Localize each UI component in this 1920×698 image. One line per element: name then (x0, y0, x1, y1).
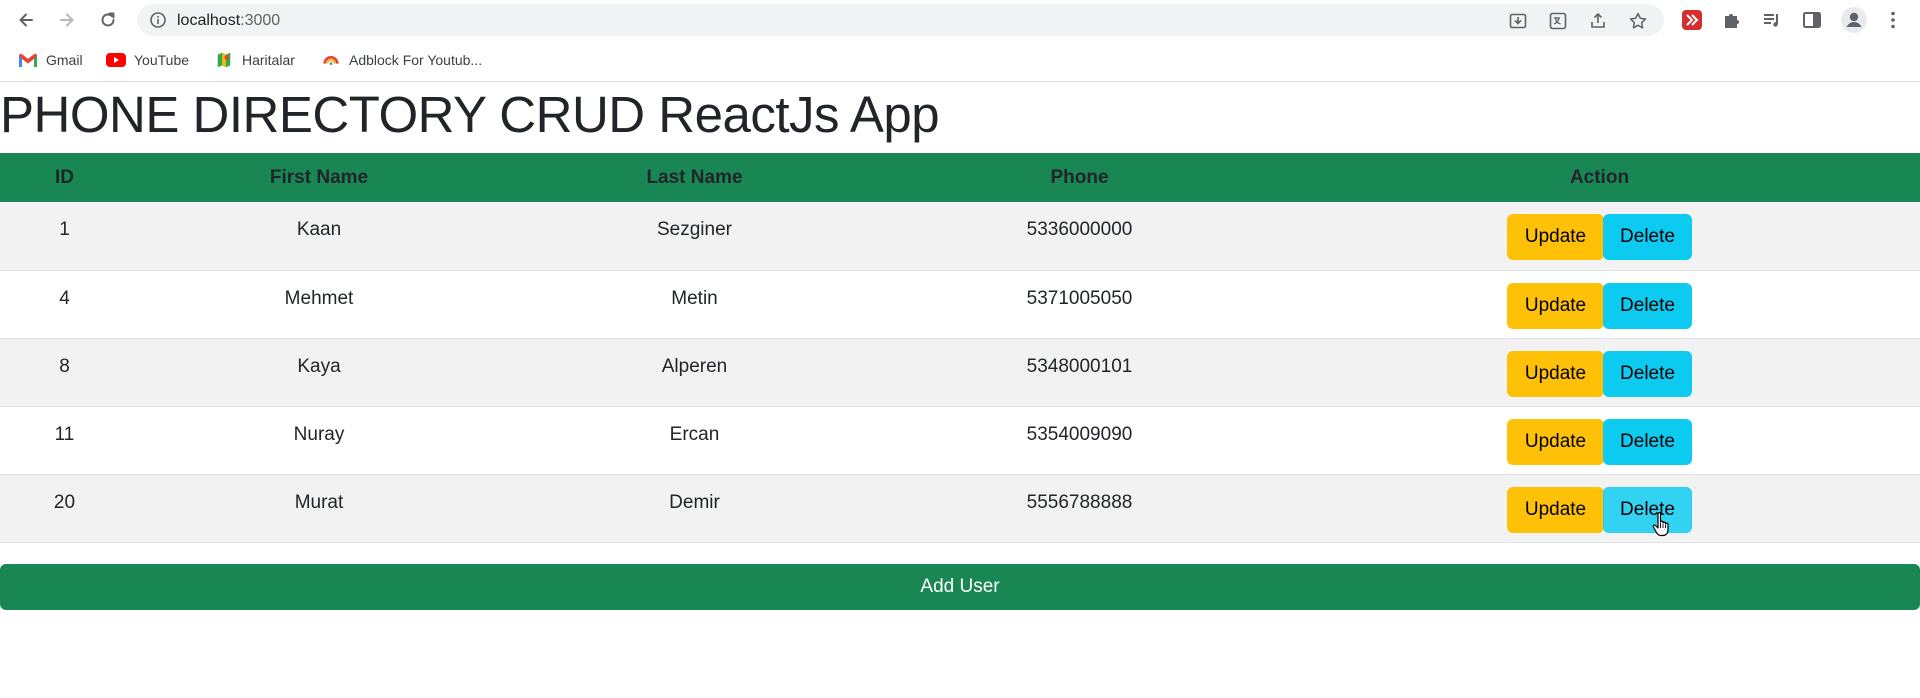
table-row: 8 Kaya Alperen 5348000101 Update Delete (0, 338, 1920, 406)
cell-phone: 5354009090 (1026, 423, 1133, 445)
delete-button[interactable]: Delete (1603, 282, 1692, 329)
reload-button[interactable] (94, 6, 122, 34)
bookmark-label: Adblock For Youtub... (349, 52, 483, 68)
delete-button[interactable]: Delete (1603, 486, 1692, 533)
cell-id: 1 (59, 219, 70, 240)
bookmark-label: YouTube (134, 52, 190, 68)
table-row: 4 Mehmet Metin 5371005050 Update Delete (0, 270, 1920, 338)
cell-actions: Update Delete (1279, 406, 1920, 474)
cell-first-name: Mehmet (284, 287, 354, 309)
install-app-icon[interactable] (1508, 11, 1528, 31)
bookmark-label: Gmail (46, 52, 83, 68)
cell-last-name: Alperen (661, 355, 728, 377)
cell-actions: Update Delete (1279, 474, 1920, 542)
table-row: 11 Nuray Ercan 5354009090 Update Delete (0, 406, 1920, 474)
delete-button[interactable]: Delete (1603, 350, 1692, 397)
more-menu-icon[interactable] (1882, 9, 1904, 31)
bookmark-youtube[interactable]: YouTube (106, 50, 189, 70)
cell-id: 4 (59, 287, 70, 309)
cell-phone: 5556788888 (1026, 491, 1133, 513)
address-bar[interactable]: localhost:3000 (137, 4, 1664, 36)
arrow-right-icon (60, 13, 74, 27)
header-phone: Phone (1050, 166, 1109, 188)
extension-red-icon[interactable] (1681, 9, 1703, 31)
reload-icon (101, 12, 115, 27)
cell-phone: 5336000000 (1026, 219, 1133, 240)
delete-button[interactable]: Delete (1603, 214, 1692, 260)
header-id: ID (55, 166, 74, 188)
table-row: 1 Kaan Sezginer 5336000000 Update Delete (0, 202, 1920, 270)
header-last-name: Last Name (646, 166, 743, 188)
cell-id: 8 (59, 355, 70, 377)
adblock-icon (321, 50, 341, 70)
share-icon[interactable] (1588, 11, 1608, 31)
maps-icon (214, 50, 234, 70)
bookmark-label: Haritalar (242, 52, 295, 68)
side-panel-icon[interactable] (1801, 9, 1823, 31)
bookmark-star-icon[interactable] (1628, 11, 1648, 31)
cell-id: 20 (53, 491, 76, 513)
header-action: Action (1569, 166, 1630, 188)
cell-first-name: Nuray (293, 423, 345, 445)
cell-actions: Update Delete (1279, 270, 1920, 338)
forward-button[interactable] (53, 6, 81, 34)
phone-directory-table: ID First Name Last Name Phone Action 1 K… (0, 153, 1920, 543)
bookmarks-bar: Gmail YouTube Haritalar Adblock For Yout… (0, 40, 1920, 82)
bookmark-gmail[interactable]: Gmail (18, 50, 83, 70)
cell-first-name: Kaya (297, 355, 341, 377)
translate-icon[interactable] (1548, 11, 1568, 31)
back-button[interactable] (12, 6, 40, 34)
reading-list-icon[interactable] (1761, 9, 1783, 31)
cell-last-name: Ercan (669, 423, 720, 445)
update-button[interactable]: Update (1507, 350, 1604, 397)
update-button[interactable]: Update (1507, 486, 1604, 533)
table-header-row: ID First Name Last Name Phone Action (0, 153, 1920, 202)
cell-phone: 5371005050 (1026, 287, 1133, 309)
cell-last-name: Sezginer (657, 219, 732, 240)
table-row: 20 Murat Demir 5556788888 Update Delete (0, 474, 1920, 542)
cell-actions: Update Delete (1279, 338, 1920, 406)
delete-button[interactable]: Delete (1603, 418, 1692, 465)
url-text[interactable]: localhost:3000 (177, 12, 280, 30)
cell-first-name: Murat (294, 491, 344, 513)
cell-phone: 5348000101 (1026, 355, 1133, 377)
cell-actions: Update Delete (1279, 202, 1920, 270)
update-button[interactable]: Update (1507, 214, 1604, 260)
cell-first-name: Kaan (296, 219, 342, 240)
header-first-name: First Name (269, 166, 369, 188)
youtube-icon (106, 50, 126, 70)
bookmark-haritalar[interactable]: Haritalar (214, 50, 295, 70)
cell-last-name: Demir (669, 491, 720, 513)
profile-avatar-icon[interactable] (1841, 7, 1867, 33)
update-button[interactable]: Update (1507, 418, 1604, 465)
add-user-button[interactable]: Add User (0, 564, 1920, 610)
cell-last-name: Metin (671, 287, 718, 309)
update-button[interactable]: Update (1507, 282, 1604, 329)
page-title: PHONE DIRECTORY CRUD ReactJs App (0, 86, 940, 143)
cell-id: 11 (54, 423, 75, 445)
extensions-puzzle-icon[interactable] (1721, 9, 1743, 31)
arrow-left-icon (19, 13, 33, 27)
hand-cursor-icon (1652, 512, 1669, 537)
bookmark-adblock[interactable]: Adblock For Youtub... (321, 50, 482, 70)
info-icon[interactable] (149, 11, 167, 29)
browser-toolbar: localhost:3000 (0, 0, 1920, 40)
gmail-icon (18, 50, 38, 70)
